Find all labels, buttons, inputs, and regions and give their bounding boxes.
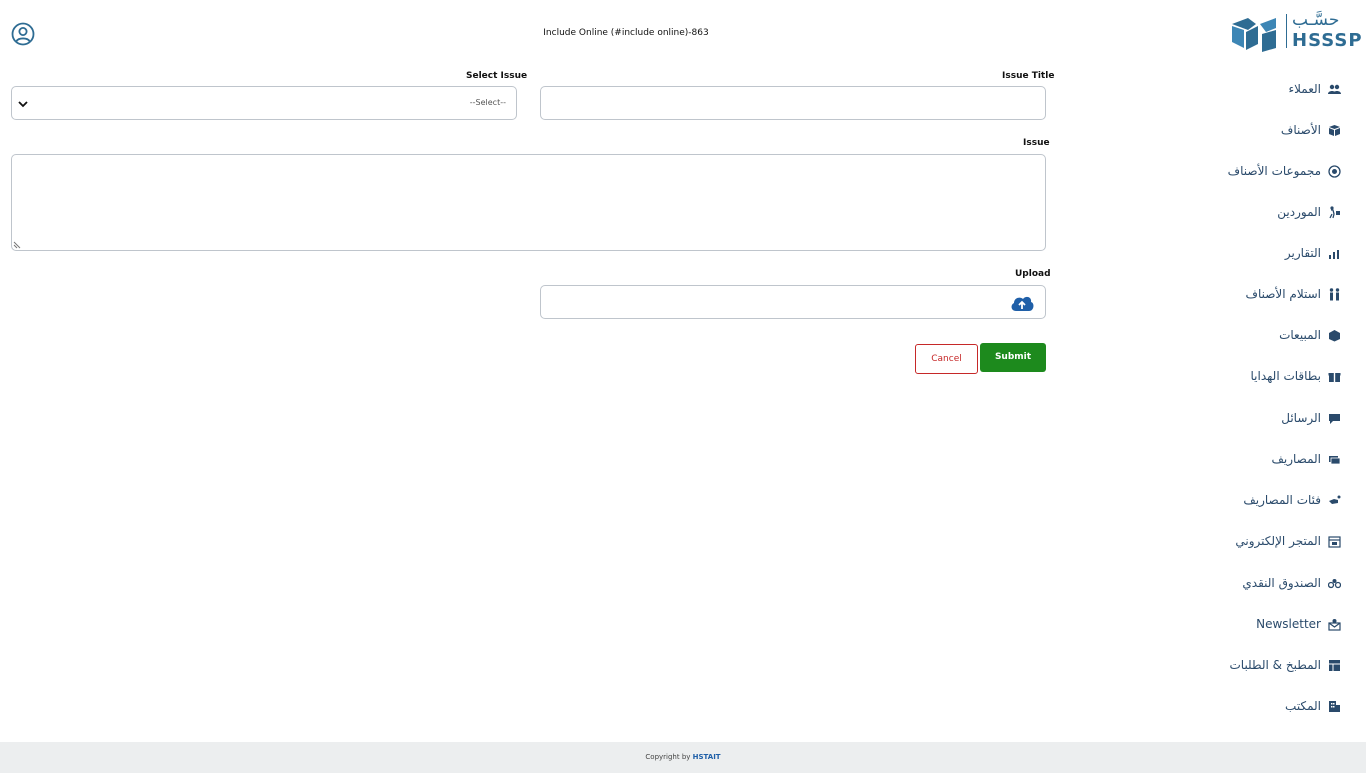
footer: Copyright by HSTAIT	[0, 742, 1366, 773]
upload-field[interactable]	[540, 285, 1046, 319]
cash-box-icon	[1328, 578, 1341, 588]
logo: حسَّـب HSSSP	[1230, 10, 1363, 52]
sidebar-item-kitchen-orders[interactable]: المطبخ & الطلبات	[1229, 658, 1341, 672]
sidebar-item-expenses[interactable]: المصاريف	[1271, 452, 1341, 466]
kitchen-icon	[1329, 659, 1340, 671]
sidebar-item-label: الموردين	[1277, 205, 1321, 219]
users-icon	[1328, 84, 1341, 94]
issue-textarea[interactable]	[11, 154, 1046, 251]
sidebar-item-receive-products[interactable]: استلام الأصناف	[1246, 287, 1342, 301]
sidebar-item-label: المتجر الإلكتروني	[1235, 534, 1321, 548]
sidebar-item-suppliers[interactable]: الموردين	[1277, 205, 1341, 219]
submit-button[interactable]: Submit	[980, 343, 1046, 372]
sidebar-item-label: مجموعات الأصناف	[1227, 164, 1321, 178]
sidebar-item-product-groups[interactable]: مجموعات الأصناف	[1228, 164, 1341, 178]
cancel-button[interactable]: Cancel	[915, 344, 978, 374]
resize-grip-icon[interactable]	[13, 240, 22, 249]
footer-copyright-prefix: Copyright by	[645, 753, 691, 761]
sidebar-item-label: استلام الأصناف	[1245, 287, 1322, 301]
supplier-icon	[1329, 205, 1340, 218]
message-icon	[1329, 413, 1340, 424]
sidebar-item-label: الصندوق النقدي	[1242, 576, 1321, 590]
sidebar-item-label: الرسائل	[1281, 411, 1321, 425]
sidebar-item-label: Newsletter	[1256, 617, 1321, 631]
select-issue-label: Select Issue	[466, 71, 528, 81]
user-profile-icon[interactable]	[11, 22, 35, 46]
target-icon	[1328, 164, 1341, 178]
page-title: Include Online (#include online)-863	[543, 28, 709, 38]
sidebar-item-gift-cards[interactable]: بطاقات الهدايا	[1251, 369, 1342, 383]
upload-label: Upload	[1015, 269, 1051, 279]
chart-icon	[1329, 249, 1339, 259]
logo-latin-text: HSSSP	[1292, 30, 1363, 51]
select-issue-value: --Select--	[469, 98, 506, 107]
sidebar-item-customers[interactable]: العملاء	[1288, 82, 1341, 96]
sidebar-item-cash-box[interactable]: الصندوق النقدي	[1242, 576, 1341, 590]
sidebar-item-label: العملاء	[1288, 82, 1321, 96]
sidebar-item-products[interactable]: الأصناف	[1281, 123, 1341, 137]
footer-copyright: Copyright by HSTAIT	[0, 753, 1366, 761]
store-icon	[1328, 535, 1341, 548]
sidebar-item-label: التقارير	[1284, 246, 1321, 260]
sidebar-item-expense-categories[interactable]: فئات المصاريف	[1243, 493, 1341, 507]
sidebar-item-label: المبيعات	[1279, 328, 1321, 342]
sidebar-item-reports[interactable]: التقارير	[1285, 246, 1341, 260]
sidebar-item-label: الأصناف	[1280, 123, 1321, 137]
sidebar-item-office[interactable]: المكتب	[1285, 699, 1341, 713]
footer-brand-link[interactable]: HSTAIT	[693, 753, 721, 761]
sidebar-item-label: المصاريف	[1271, 452, 1321, 466]
sidebar-item-label: بطاقات الهدايا	[1250, 369, 1322, 383]
sidebar-item-label: المطبخ & الطلبات	[1229, 658, 1321, 672]
logo-mark-icon	[1232, 18, 1276, 52]
issue-title-input[interactable]	[540, 86, 1046, 120]
box-icon	[1329, 124, 1340, 136]
select-issue-dropdown[interactable]: --Select--	[11, 86, 517, 120]
sidebar-item-newsletter[interactable]: Newsletter	[1256, 617, 1341, 631]
sales-icon	[1329, 329, 1340, 341]
issue-label: Issue	[1023, 138, 1050, 148]
cloud-upload-icon[interactable]	[1009, 293, 1035, 313]
sidebar-item-messages[interactable]: الرسائل	[1281, 411, 1341, 425]
logo-divider	[1286, 14, 1287, 48]
logo-arabic-text: حسَّـب	[1292, 10, 1340, 30]
expense-category-icon	[1329, 495, 1341, 504]
sidebar-item-sales[interactable]: المبيعات	[1279, 328, 1341, 342]
sidebar-item-online-store[interactable]: المتجر الإلكتروني	[1235, 534, 1341, 548]
newsletter-icon	[1328, 618, 1341, 631]
office-icon	[1329, 700, 1340, 712]
chevron-down-icon	[18, 101, 28, 108]
sidebar-item-label: المكتب	[1285, 699, 1321, 713]
issue-title-label: Issue Title	[1002, 71, 1055, 81]
sidebar-item-label: فئات المصاريف	[1243, 493, 1321, 507]
gift-icon	[1328, 372, 1341, 382]
people-icon	[1329, 287, 1340, 300]
money-icon	[1329, 455, 1341, 464]
